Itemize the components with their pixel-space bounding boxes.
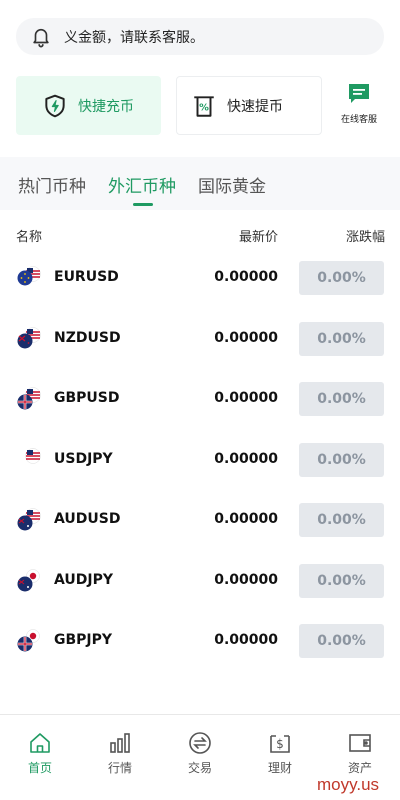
svg-text:$: $ — [276, 737, 284, 751]
forex-price: 0.00000 — [214, 329, 278, 346]
forex-symbol: AUDJPY — [54, 571, 114, 588]
quick-withdraw-label: 快速提币 — [227, 98, 283, 115]
nav-market[interactable]: 行情 — [90, 731, 150, 776]
forex-price: 0.00000 — [214, 511, 278, 527]
forex-price: 0.00000 — [214, 450, 278, 467]
forex-change-badge: 0.00% — [299, 321, 384, 356]
forex-price: 0.00000 — [214, 390, 278, 406]
column-header-change: 涨跌幅 — [346, 230, 386, 245]
tab-hot-coins[interactable]: 热门币种 — [18, 172, 86, 197]
nav-trade[interactable]: 交易 — [170, 731, 230, 776]
forex-symbol: NZDUSD — [54, 329, 121, 346]
forex-change-badge: 0.00% — [299, 503, 384, 537]
tab-forex[interactable]: 外汇币种 — [108, 172, 176, 197]
forex-symbol: GBPUSD — [54, 390, 120, 406]
chat-icon — [349, 84, 369, 103]
watermark-text: moyy.us — [317, 775, 380, 794]
forex-symbol: EURUSD — [54, 269, 119, 285]
forex-row-eurusd[interactable]: EURUSD 0.00000 0.00% — [0, 248, 400, 308]
forex-change-badge: 0.00% — [299, 442, 384, 477]
column-header-name: 名称 — [16, 230, 43, 245]
quick-charge-button[interactable]: 快捷充币 — [16, 76, 161, 135]
online-support-button[interactable]: 在线客服 — [336, 82, 382, 128]
atm-withdraw-icon: % — [194, 95, 214, 117]
nz-us-flag-icon — [17, 326, 41, 348]
forex-row-audusd[interactable]: AUDUSD 0.00000 0.00% — [0, 490, 400, 550]
nav-assets-label: 资产 — [347, 761, 372, 775]
forex-change-badge: 0.00% — [299, 382, 384, 416]
svg-text:%: % — [199, 102, 209, 113]
forex-symbol: GBPJPY — [54, 632, 113, 648]
notice-text: 义金额，请联系客服。 — [64, 29, 204, 46]
nav-assets[interactable]: 资产 — [330, 731, 390, 776]
forex-price: 0.00000 — [214, 269, 278, 285]
column-header-price: 最新价 — [239, 230, 279, 245]
forex-row-gbpusd[interactable]: GBPUSD 0.00000 0.00% — [0, 369, 400, 429]
eu-us-flag-icon — [17, 266, 41, 286]
active-tab-indicator — [133, 203, 153, 206]
forex-price: 0.00000 — [214, 632, 278, 648]
nav-wealth[interactable]: $ 理财 — [250, 731, 310, 776]
gb-us-flag-icon — [17, 387, 41, 410]
bar-chart-icon — [110, 733, 130, 753]
forex-row-usdjpy[interactable]: USDJPY 0.00000 0.00% — [0, 430, 400, 490]
notice-bar[interactable]: 义金额，请联系客服。 — [16, 18, 384, 55]
nav-home[interactable]: 首页 — [10, 731, 70, 776]
tab-gold[interactable]: 国际黄金 — [198, 172, 266, 197]
forex-change-badge: 0.00% — [299, 563, 384, 598]
forex-change-badge: 0.00% — [299, 624, 384, 658]
us-jp-flag-icon — [25, 447, 41, 464]
quick-withdraw-button[interactable]: % 快速提币 — [176, 76, 322, 135]
market-tabs: 热门币种 外汇币种 国际黄金 — [0, 157, 400, 210]
bell-icon — [33, 28, 49, 47]
wallet-icon — [349, 734, 371, 752]
nav-wealth-label: 理财 — [267, 761, 292, 775]
gb-jp-flag-icon — [17, 629, 40, 652]
exchange-icon — [189, 732, 211, 754]
quick-charge-label: 快捷充币 — [78, 98, 134, 115]
forex-change-badge: 0.00% — [299, 261, 384, 295]
home-icon — [30, 733, 50, 753]
au-jp-flag-icon — [17, 568, 40, 591]
wealth-icon: $ — [270, 735, 290, 753]
forex-symbol: USDJPY — [54, 450, 113, 467]
online-support-label: 在线客服 — [340, 115, 377, 125]
au-us-flag-icon — [17, 508, 41, 531]
nav-home-label: 首页 — [27, 761, 52, 775]
forex-price: 0.00000 — [214, 571, 278, 588]
shield-bolt-icon — [45, 94, 65, 117]
nav-trade-label: 交易 — [187, 761, 212, 775]
nav-market-label: 行情 — [107, 761, 132, 775]
forex-row-gbpjpy[interactable]: GBPJPY 0.00000 0.00% — [0, 611, 400, 671]
forex-row-nzdusd[interactable]: NZDUSD 0.00000 0.00% — [0, 309, 400, 369]
forex-row-audjpy[interactable]: AUDJPY 0.00000 0.00% — [0, 551, 400, 611]
forex-symbol: AUDUSD — [54, 511, 121, 527]
